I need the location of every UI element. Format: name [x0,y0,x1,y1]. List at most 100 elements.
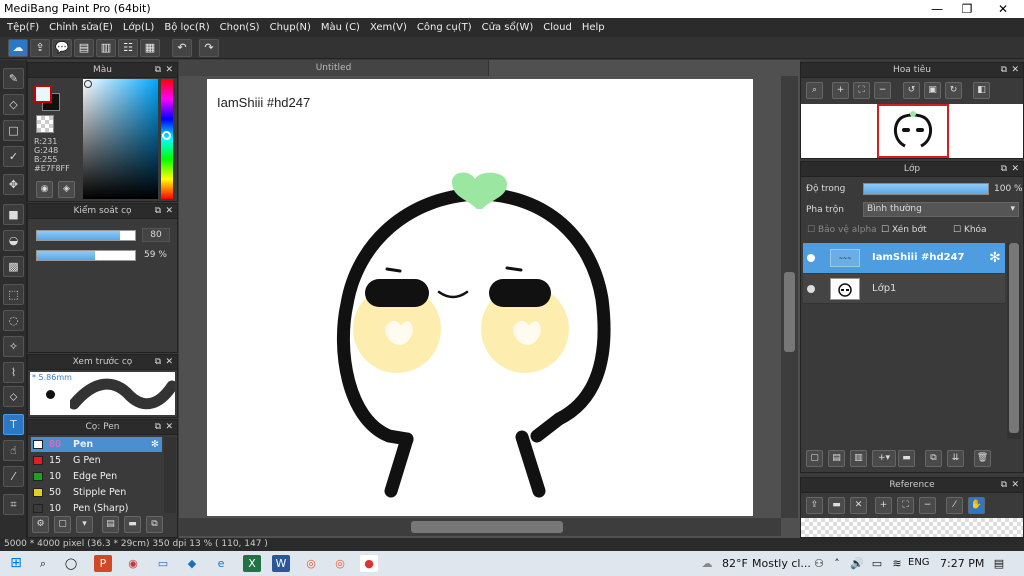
menu-window[interactable]: Cửa sổ(W) [477,22,539,33]
brush-duplicate-icon[interactable]: ⧉ [146,516,163,533]
upload-icon[interactable]: ⇪ [30,39,50,57]
hue-cursor[interactable] [162,131,171,140]
vertical-scrollbar[interactable] [781,76,798,518]
brush-list-item[interactable]: 50 Stipple Pen [31,485,162,500]
wifi-icon[interactable]: ≋ [888,555,906,572]
close-button[interactable]: ✕ [986,0,1020,18]
palette-icon[interactable]: ◉ [36,181,53,198]
chevron-up-icon[interactable]: ˄ [828,555,846,572]
fit-icon[interactable]: ⛶ [853,82,870,99]
horizontal-scrollbar[interactable] [179,518,781,536]
close-icon[interactable]: ✕ [1011,478,1019,493]
open-folder-icon[interactable]: ▬ [828,497,845,514]
grid-icon[interactable]: ▦ [140,39,160,57]
hue-slider[interactable] [161,79,173,199]
brush-list-scrollbar[interactable] [164,437,176,513]
layer-item[interactable]: ~~~ IamShiii #hd247 ✻ [803,243,1005,273]
close-icon[interactable]: ✕ [165,63,173,78]
brush-list-item[interactable]: 15 G Pen [31,453,162,468]
chrome-icon[interactable]: ◎ [302,555,320,572]
navigator-preview[interactable] [801,104,1023,158]
language-indicator[interactable]: ENG [908,557,930,568]
float-icon[interactable]: ⧉ [1001,63,1007,78]
rotate-right-icon[interactable]: ↻ [945,82,962,99]
select-pen-tool-icon[interactable]: ⌇ [3,362,24,383]
brush-size-value[interactable]: 80 [142,228,170,242]
visibility-eye-icon[interactable] [807,254,815,262]
operation-tool-icon[interactable]: ☝ [3,440,24,461]
merge-down-icon[interactable]: ⇊ [947,450,964,467]
brush-list-item[interactable]: 80 Pen ✻ [31,437,162,452]
eyedropper-icon[interactable]: ⁄ [946,497,963,514]
float-icon[interactable]: ⧉ [1001,478,1007,493]
float-icon[interactable]: ⧉ [155,63,161,78]
horizontal-scroll-thumb[interactable] [411,521,563,533]
layer-item[interactable]: Lớp1 [803,274,1005,304]
shield-icon[interactable]: ◆ [183,555,201,572]
gear-icon[interactable]: ✻ [989,243,1001,273]
lock-checkbox[interactable]: ☐ Khóa [953,225,987,235]
layer-list-scrollbar[interactable] [1007,243,1021,439]
menu-cloud[interactable]: Cloud [538,22,577,33]
drawing-canvas[interactable]: IamShiii #hd247 [207,79,753,516]
rectangle-tool-icon[interactable]: □ [3,120,24,141]
menu-select[interactable]: Chọn(S) [215,22,265,33]
close-icon[interactable]: ✕ [165,204,173,219]
fit-icon[interactable]: ⛶ [897,497,914,514]
brush-list-item[interactable]: 10 Pen (Sharp) [31,501,162,516]
comment-icon[interactable]: 💬 [52,39,72,57]
network-icon[interactable]: ▭ [868,555,886,572]
magic-wand-tool-icon[interactable]: ✧ [3,336,24,357]
folder-icon[interactable]: ▬ [898,450,915,467]
brush-copy-icon[interactable]: ▤ [102,516,119,533]
new-brush-icon[interactable]: ▢ [54,516,71,533]
people-icon[interactable]: ⚇ [810,555,828,572]
windows-start-icon[interactable]: ⊞ [7,555,25,572]
brush-list-item[interactable]: 10 Edge Pen [31,469,162,484]
monitor-icon[interactable]: ▭ [154,555,172,572]
brush-tool-icon[interactable]: ✎ [3,68,24,89]
clipping-checkbox[interactable]: ☐ Xén bớt [881,225,927,235]
volume-icon[interactable]: 🔊 [848,555,866,572]
excel-icon[interactable]: X [243,555,261,572]
menu-color[interactable]: Màu (C) [316,22,365,33]
document-tab[interactable]: Untitled [179,60,489,76]
menu-tools[interactable]: Công cụ(T) [412,22,477,33]
blend-mode-select[interactable]: Bình thường ▾ [863,202,1019,217]
redo-icon[interactable]: ↷ [199,39,219,57]
visibility-eye-icon[interactable] [807,285,815,293]
flip-icon[interactable]: ◧ [973,82,990,99]
chrome-profile-icon[interactable]: ◎ [331,555,349,572]
text-tool-icon[interactable]: T [3,414,24,435]
vertical-scroll-thumb[interactable] [784,272,795,352]
maximize-button[interactable]: ❐ [950,0,984,18]
minimize-button[interactable]: — [920,0,954,18]
clock-time[interactable]: 7:27 PM [940,557,984,570]
menu-file[interactable]: Tệp(F) [2,22,44,33]
menu-help[interactable]: Help [577,22,610,33]
fill-rect-tool-icon[interactable]: ■ [3,204,24,225]
search-icon[interactable]: ⌕ [34,555,52,572]
float-icon[interactable]: ⧉ [1001,162,1007,177]
rotate-left-icon[interactable]: ↺ [903,82,920,99]
select-rect-tool-icon[interactable]: ⬚ [3,284,24,305]
new-layer-icon[interactable]: ▢ [806,450,823,467]
eraser-tool-icon[interactable]: ◇ [3,94,24,115]
zoom-out-icon[interactable]: − [874,82,891,99]
layer-opacity-slider[interactable] [863,183,989,195]
brush-folder-icon[interactable]: ▬ [124,516,141,533]
medibang-icon[interactable]: ● [360,555,378,572]
add-layer-menu-icon[interactable]: +▾ [872,450,896,467]
hand-icon[interactable]: ✋ [968,497,985,514]
protect-alpha-checkbox[interactable]: ☐ Bảo vệ alpha [807,225,877,235]
pen-tool-icon[interactable]: ✓ [3,146,24,167]
brush-opacity-slider[interactable] [36,250,136,261]
move-tool-icon[interactable]: ✥ [3,174,24,195]
list-icon[interactable]: ☷ [118,39,138,57]
powerpoint-icon[interactable]: P [94,555,112,572]
cloud-icon[interactable]: ☁ [8,39,28,57]
eyedropper-tool-icon[interactable]: ⁄ [3,466,24,487]
transparent-swatch[interactable] [36,115,54,133]
zoom-in-icon[interactable]: + [832,82,849,99]
word-icon[interactable]: W [272,555,290,572]
